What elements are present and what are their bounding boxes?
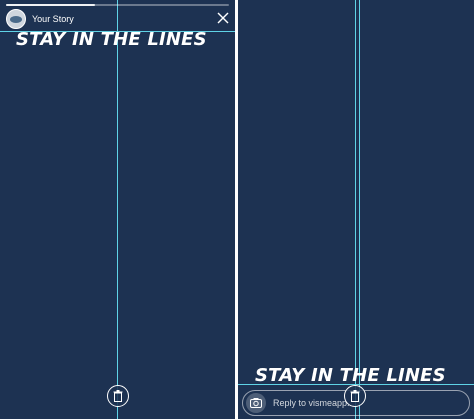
- story-progress-fill: [6, 4, 96, 6]
- story-username: Your Story: [32, 14, 74, 24]
- story-caption-text[interactable]: STAY IN THE LINES: [16, 29, 207, 50]
- delete-button[interactable]: [107, 385, 129, 407]
- vertical-center-guide: [355, 0, 356, 419]
- delete-button[interactable]: [344, 385, 366, 407]
- trash-icon: [113, 390, 123, 402]
- camera-icon: [250, 398, 262, 408]
- camera-button[interactable]: [246, 393, 266, 413]
- trash-icon: [350, 390, 360, 402]
- reply-placeholder: Reply to vismeapp...: [273, 398, 355, 408]
- story-panel-left: Your Story STAY IN THE LINES: [0, 0, 235, 419]
- avatar[interactable]: [6, 9, 26, 29]
- vertical-center-guide: [117, 0, 118, 419]
- vertical-secondary-guide: [359, 0, 360, 419]
- close-icon: [217, 12, 229, 24]
- story-panel-right: STAY IN THE LINES Reply to vismeapp...: [238, 0, 474, 419]
- story-progress-bar: [6, 4, 229, 6]
- close-button[interactable]: [216, 11, 230, 25]
- story-caption-text[interactable]: STAY IN THE LINES: [255, 365, 446, 386]
